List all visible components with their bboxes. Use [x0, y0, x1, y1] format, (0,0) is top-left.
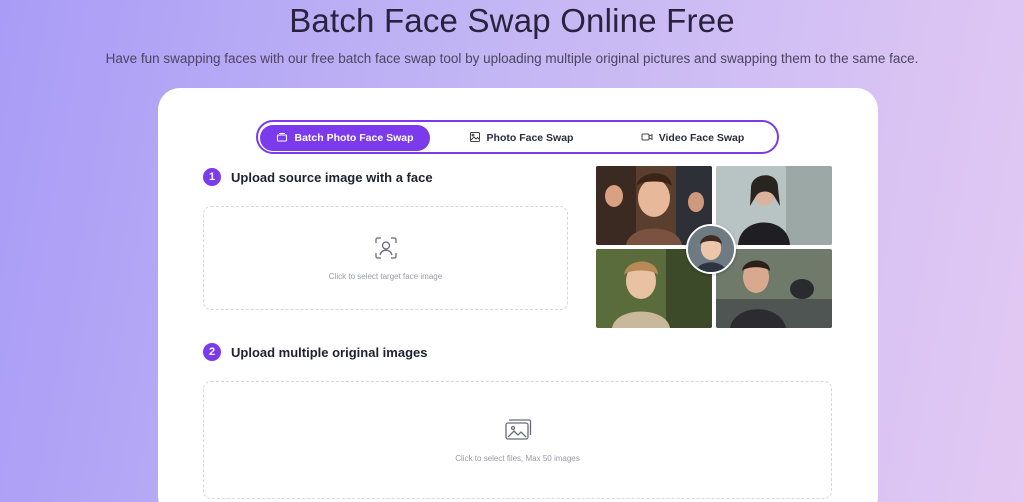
target-face-badge	[686, 224, 736, 274]
video-icon	[641, 131, 653, 146]
original-dropzone-text: Click to select files, Max 50 images	[455, 453, 580, 463]
hero-subtitle: Have fun swapping faces with our free ba…	[105, 51, 919, 66]
step1-title: Upload source image with a face	[231, 169, 433, 185]
tab-label: Batch Photo Face Swap	[294, 132, 414, 144]
tab-batch-photo-face-swap[interactable]: Batch Photo Face Swap	[260, 125, 430, 151]
tab-video-face-swap[interactable]: Video Face Swap	[610, 125, 775, 151]
step1-number: 1	[203, 168, 221, 186]
image-icon	[469, 131, 481, 146]
original-images-dropzone[interactable]: Click to select files, Max 50 images	[203, 381, 832, 499]
source-dropzone-text: Click to select target face image	[328, 271, 443, 281]
tab-label: Video Face Swap	[658, 132, 745, 144]
tab-photo-face-swap[interactable]: Photo Face Swap	[436, 125, 606, 151]
face-swap-card: Batch Photo Face Swap Photo Face Swap Vi…	[158, 88, 878, 502]
step2-heading: 2 Upload multiple original images	[203, 343, 427, 361]
source-face-dropzone[interactable]: Click to select target face image	[203, 206, 568, 310]
step1-heading: 1 Upload source image with a face	[203, 168, 433, 186]
images-icon	[504, 418, 532, 447]
mode-tabs: Batch Photo Face Swap Photo Face Swap Vi…	[256, 120, 779, 154]
example-photo	[716, 249, 832, 328]
stack-icon	[276, 131, 288, 146]
face-scan-icon	[374, 236, 398, 265]
example-photo	[716, 166, 832, 245]
step2-number: 2	[203, 343, 221, 361]
step2-title: Upload multiple original images	[231, 344, 428, 360]
example-photo-collage	[596, 166, 832, 328]
hero-title: Batch Face Swap Online Free	[289, 2, 735, 39]
tab-label: Photo Face Swap	[486, 132, 574, 144]
